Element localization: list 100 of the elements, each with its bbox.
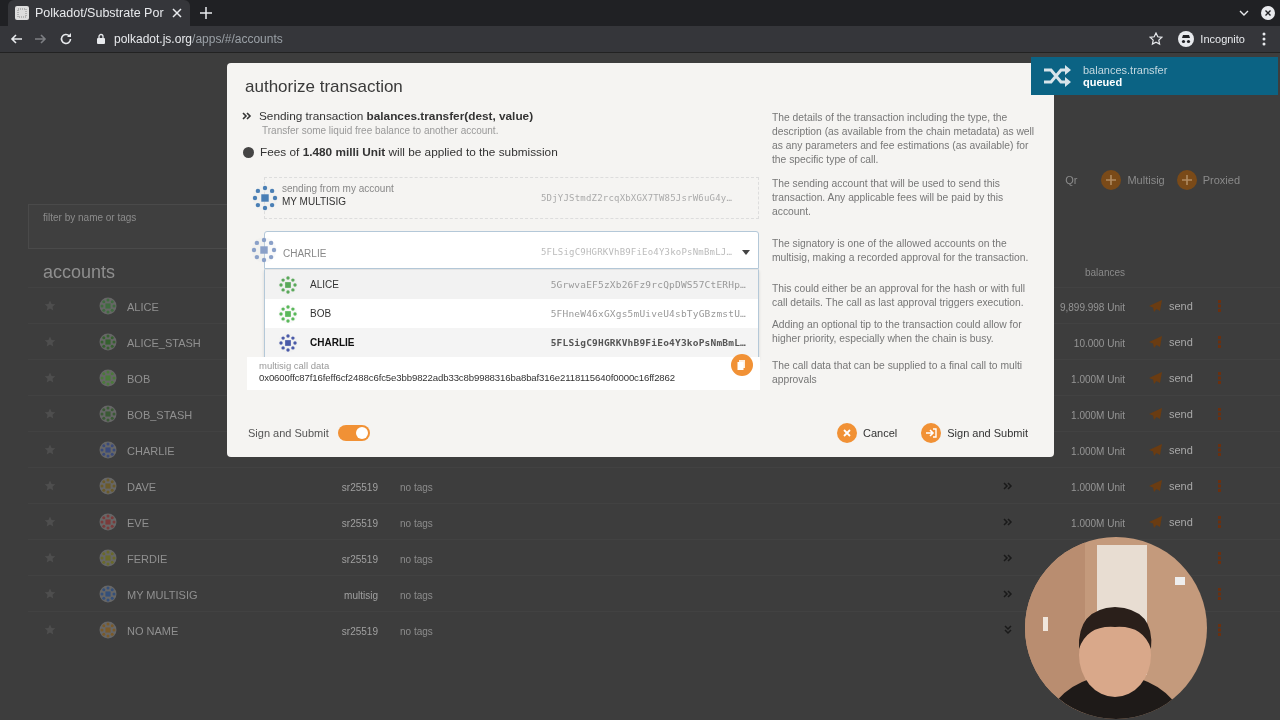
account-type: sr25519	[341, 625, 378, 637]
account-name: DAVE	[126, 480, 157, 493]
close-icon	[837, 423, 858, 443]
paper-plane-icon	[1149, 515, 1162, 528]
profile-button[interactable]: Incognito	[1178, 31, 1245, 47]
section-heading: accounts	[42, 261, 116, 283]
new-tab-icon[interactable]	[200, 7, 212, 19]
account-name: MY MULTISIG	[282, 196, 348, 207]
account-name: MY MULTISIG	[126, 588, 198, 601]
more-options-icon[interactable]	[1218, 443, 1221, 456]
call-data-field[interactable]: multisig call data 0x0600ffc87f16feff6cf2488c6fc5e3bb9822adb33c8b9988316ba8baf316e2118115640f0000c16ff2862	[247, 357, 760, 390]
send-button[interactable]: send	[1149, 371, 1193, 384]
toggle-label: Sign and Submit	[248, 427, 329, 439]
account-type: multisig	[344, 589, 378, 601]
double-chevron-right-icon	[242, 112, 252, 120]
account-balance: 10.000 Unit	[1073, 337, 1125, 349]
add-account-button[interactable]: Proxied	[1176, 170, 1240, 190]
transaction-summary: Sending transaction balances.transfer(dest, value)	[259, 109, 534, 123]
signatory-dropdown[interactable]: CHARLIE 5FLSigC9HGRKVhB9FiEo4Y3koPsNmBmLJ…	[264, 231, 759, 269]
more-options-icon[interactable]	[1218, 515, 1221, 528]
double-chevron-right-icon[interactable]	[1002, 481, 1013, 490]
more-options-icon[interactable]	[1218, 371, 1221, 384]
account-balance: 1.000M Unit	[1071, 373, 1125, 385]
account-balance: 9,899.998 Unit	[1059, 301, 1125, 313]
account-balance: 1.000M Unit	[1071, 445, 1125, 457]
field-label: multisig call data	[259, 360, 331, 371]
reload-icon[interactable]	[59, 32, 73, 46]
double-chevron-right-icon[interactable]	[1002, 517, 1013, 526]
chevron-down-icon[interactable]	[1239, 10, 1249, 16]
star-icon[interactable]	[1149, 32, 1164, 46]
double-chevron-down-icon[interactable]	[1003, 624, 1012, 635]
help-text: The signatory is one of the allowed accounts on the multisig, making a recorded approval for the transaction.	[772, 237, 1030, 265]
incognito-icon	[1178, 31, 1195, 47]
toggle-switch[interactable]	[337, 425, 370, 441]
more-options-icon[interactable]	[1218, 407, 1221, 420]
dropdown-option[interactable]: BOB 5FHneW46xGXgs5mUiveU4sbTyGBzmstU…	[265, 299, 758, 328]
paper-plane-icon	[1149, 479, 1162, 492]
help-text: The details of the transaction including the type, the description (as available from the chain metadata) as well as any parameters and fee estimations (as available) for the specific type of call.	[772, 111, 1036, 167]
account-address: 5DjYJStmdZ2rcqXbXGX7TW85JsrW6uG4y…	[540, 193, 732, 203]
menu-icon[interactable]	[1262, 32, 1266, 46]
send-button[interactable]: send	[1149, 299, 1193, 312]
account-tags: no tags	[400, 625, 433, 637]
account-tags: no tags	[400, 517, 433, 529]
forward-icon[interactable]	[34, 32, 48, 46]
cancel-button[interactable]: Cancel	[837, 423, 898, 443]
more-options-icon[interactable]	[1218, 299, 1221, 312]
account-name: BOB_STASH	[126, 408, 193, 421]
more-options-icon[interactable]	[1218, 479, 1221, 492]
column-header: balances	[1084, 266, 1125, 278]
dropdown-option[interactable]: CHARLIE 5FLSigC9HGRKVhB9FiEo4Y3koPsNmBmL…	[265, 328, 758, 357]
fees-text: Fees of 1.480 milli Unit will be applied to the submission	[260, 145, 558, 159]
send-button[interactable]: send	[1149, 515, 1193, 528]
more-options-icon[interactable]	[1218, 623, 1221, 636]
add-account-button[interactable]: Qr	[1065, 174, 1078, 186]
plus-icon	[1101, 170, 1122, 190]
send-button[interactable]: send	[1149, 407, 1193, 420]
account-name: CHARLIE	[126, 444, 175, 457]
send-button[interactable]: send	[1149, 479, 1193, 492]
send-button[interactable]: send	[1149, 443, 1193, 456]
account-name: EVE	[126, 516, 149, 529]
dropdown-option[interactable]: ALICE 5GrwvaEF5zXb26Fz9rcQpDWS57CtERHp…	[265, 270, 758, 299]
account-tags: no tags	[400, 589, 433, 601]
paper-plane-icon	[1149, 335, 1162, 348]
address-bar[interactable]: polkadot.js.org/apps/#/accounts	[96, 32, 1139, 46]
help-text: This could either be an approval for the hash or with full call details. The call as last approval triggers execution.	[772, 282, 1026, 310]
account-type: sr25519	[341, 553, 378, 565]
account-name: NO NAME	[126, 624, 179, 637]
submit-button[interactable]: Sign and Submit	[921, 423, 1028, 443]
close-icon[interactable]	[172, 8, 182, 18]
paper-plane-icon	[1149, 407, 1162, 420]
shuffle-icon	[1043, 65, 1071, 87]
lock-icon	[96, 33, 106, 45]
double-chevron-right-icon[interactable]	[1002, 589, 1013, 598]
more-options-icon[interactable]	[1218, 551, 1221, 564]
back-icon[interactable]	[9, 32, 23, 46]
tab-title: Polkadot/Substrate Por	[35, 6, 165, 20]
double-chevron-right-icon[interactable]	[1002, 553, 1013, 562]
favicon-icon	[15, 6, 29, 20]
account-name: FERDIE	[126, 552, 168, 565]
help-text: The sending account that will be used to send this transaction. Any applicable fees will be paid by this account.	[772, 177, 1005, 219]
account-tags: no tags	[400, 481, 433, 493]
browser-tab[interactable]: Polkadot/Substrate Por	[8, 0, 190, 26]
account-name: BOB	[126, 372, 151, 385]
plus-icon	[1176, 170, 1197, 190]
paper-plane-icon	[1149, 443, 1162, 456]
copy-icon[interactable]	[731, 354, 753, 376]
help-text: Adding an optional tip to the transaction could allow for higher priority, especially when the chain is busy.	[772, 318, 1023, 346]
paper-plane-icon	[1149, 299, 1162, 312]
call-data-value: 0x0600ffc87f16feff6cf2488c6fc5e3bb9822adb33c8b9988316ba8baf316e2118115640f0000c16ff2862	[259, 371, 676, 384]
account-type: sr25519	[341, 481, 378, 493]
account-balance: 1.000M Unit	[1071, 409, 1125, 421]
account-balance: 1.000M Unit	[1071, 517, 1125, 529]
dialog-title: authorize transaction	[244, 76, 404, 98]
paper-plane-icon	[1149, 371, 1162, 384]
notification-title: balances.transfer	[1083, 64, 1168, 76]
close-icon[interactable]	[1261, 6, 1275, 20]
send-button[interactable]: send	[1149, 335, 1193, 348]
more-options-icon[interactable]	[1218, 587, 1221, 600]
more-options-icon[interactable]	[1218, 335, 1221, 348]
add-account-button[interactable]: Multisig	[1101, 170, 1165, 190]
